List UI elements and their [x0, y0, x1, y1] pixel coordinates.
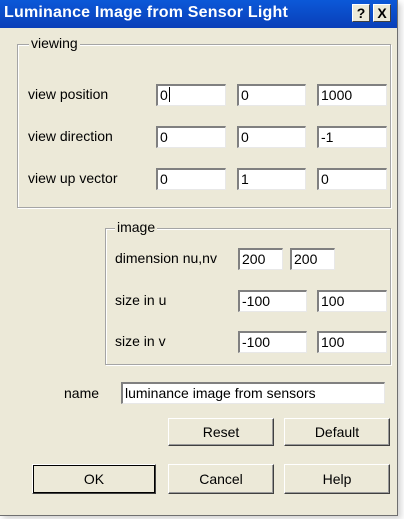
text-cursor	[168, 87, 170, 102]
help-button[interactable]: Help	[284, 464, 390, 494]
help-icon[interactable]: ?	[352, 4, 370, 22]
dialog-window: Luminance Image from Sensor Light ? X vi…	[0, 0, 398, 516]
view-direction-z-input[interactable]: -1	[317, 126, 387, 148]
view-position-z-input[interactable]: 1000	[317, 84, 387, 106]
view-direction-label: view direction	[28, 128, 113, 144]
view-position-y-input[interactable]: 0	[237, 84, 306, 106]
close-icon[interactable]: X	[373, 4, 391, 22]
reset-button[interactable]: Reset	[168, 418, 274, 446]
view-up-vector-label: view up vector	[28, 170, 118, 186]
window-title: Luminance Image from Sensor Light	[4, 4, 288, 21]
title-bar[interactable]: Luminance Image from Sensor Light ? X	[0, 0, 397, 28]
name-label: name	[64, 385, 100, 401]
size-u-label: size in u	[115, 292, 167, 308]
view-position-label: view position	[28, 86, 109, 102]
size-u-max-input[interactable]: 100	[317, 290, 387, 312]
view-up-y-input[interactable]: 1	[237, 168, 306, 190]
size-v-min-input[interactable]: -100	[238, 331, 307, 353]
size-v-max-input[interactable]: 100	[317, 331, 387, 353]
cancel-button[interactable]: Cancel	[168, 464, 274, 494]
default-button[interactable]: Default	[284, 418, 390, 446]
size-u-min-input[interactable]: -100	[238, 290, 307, 312]
view-direction-y-input[interactable]: 0	[237, 126, 306, 148]
name-input[interactable]: luminance image from sensors	[121, 382, 385, 404]
view-position-x-input[interactable]: 0	[156, 84, 226, 106]
size-v-label: size in v	[115, 333, 166, 349]
view-up-x-input[interactable]: 0	[156, 168, 226, 190]
ok-button[interactable]: OK	[32, 464, 156, 494]
dimension-label: dimension nu,nv	[115, 250, 217, 266]
image-legend: image	[115, 219, 158, 235]
dimension-nu-input[interactable]: 200	[238, 248, 283, 270]
viewing-legend: viewing	[29, 35, 80, 51]
dimension-nv-input[interactable]: 200	[290, 248, 335, 270]
view-up-z-input[interactable]: 0	[317, 168, 387, 190]
view-direction-x-input[interactable]: 0	[156, 126, 226, 148]
